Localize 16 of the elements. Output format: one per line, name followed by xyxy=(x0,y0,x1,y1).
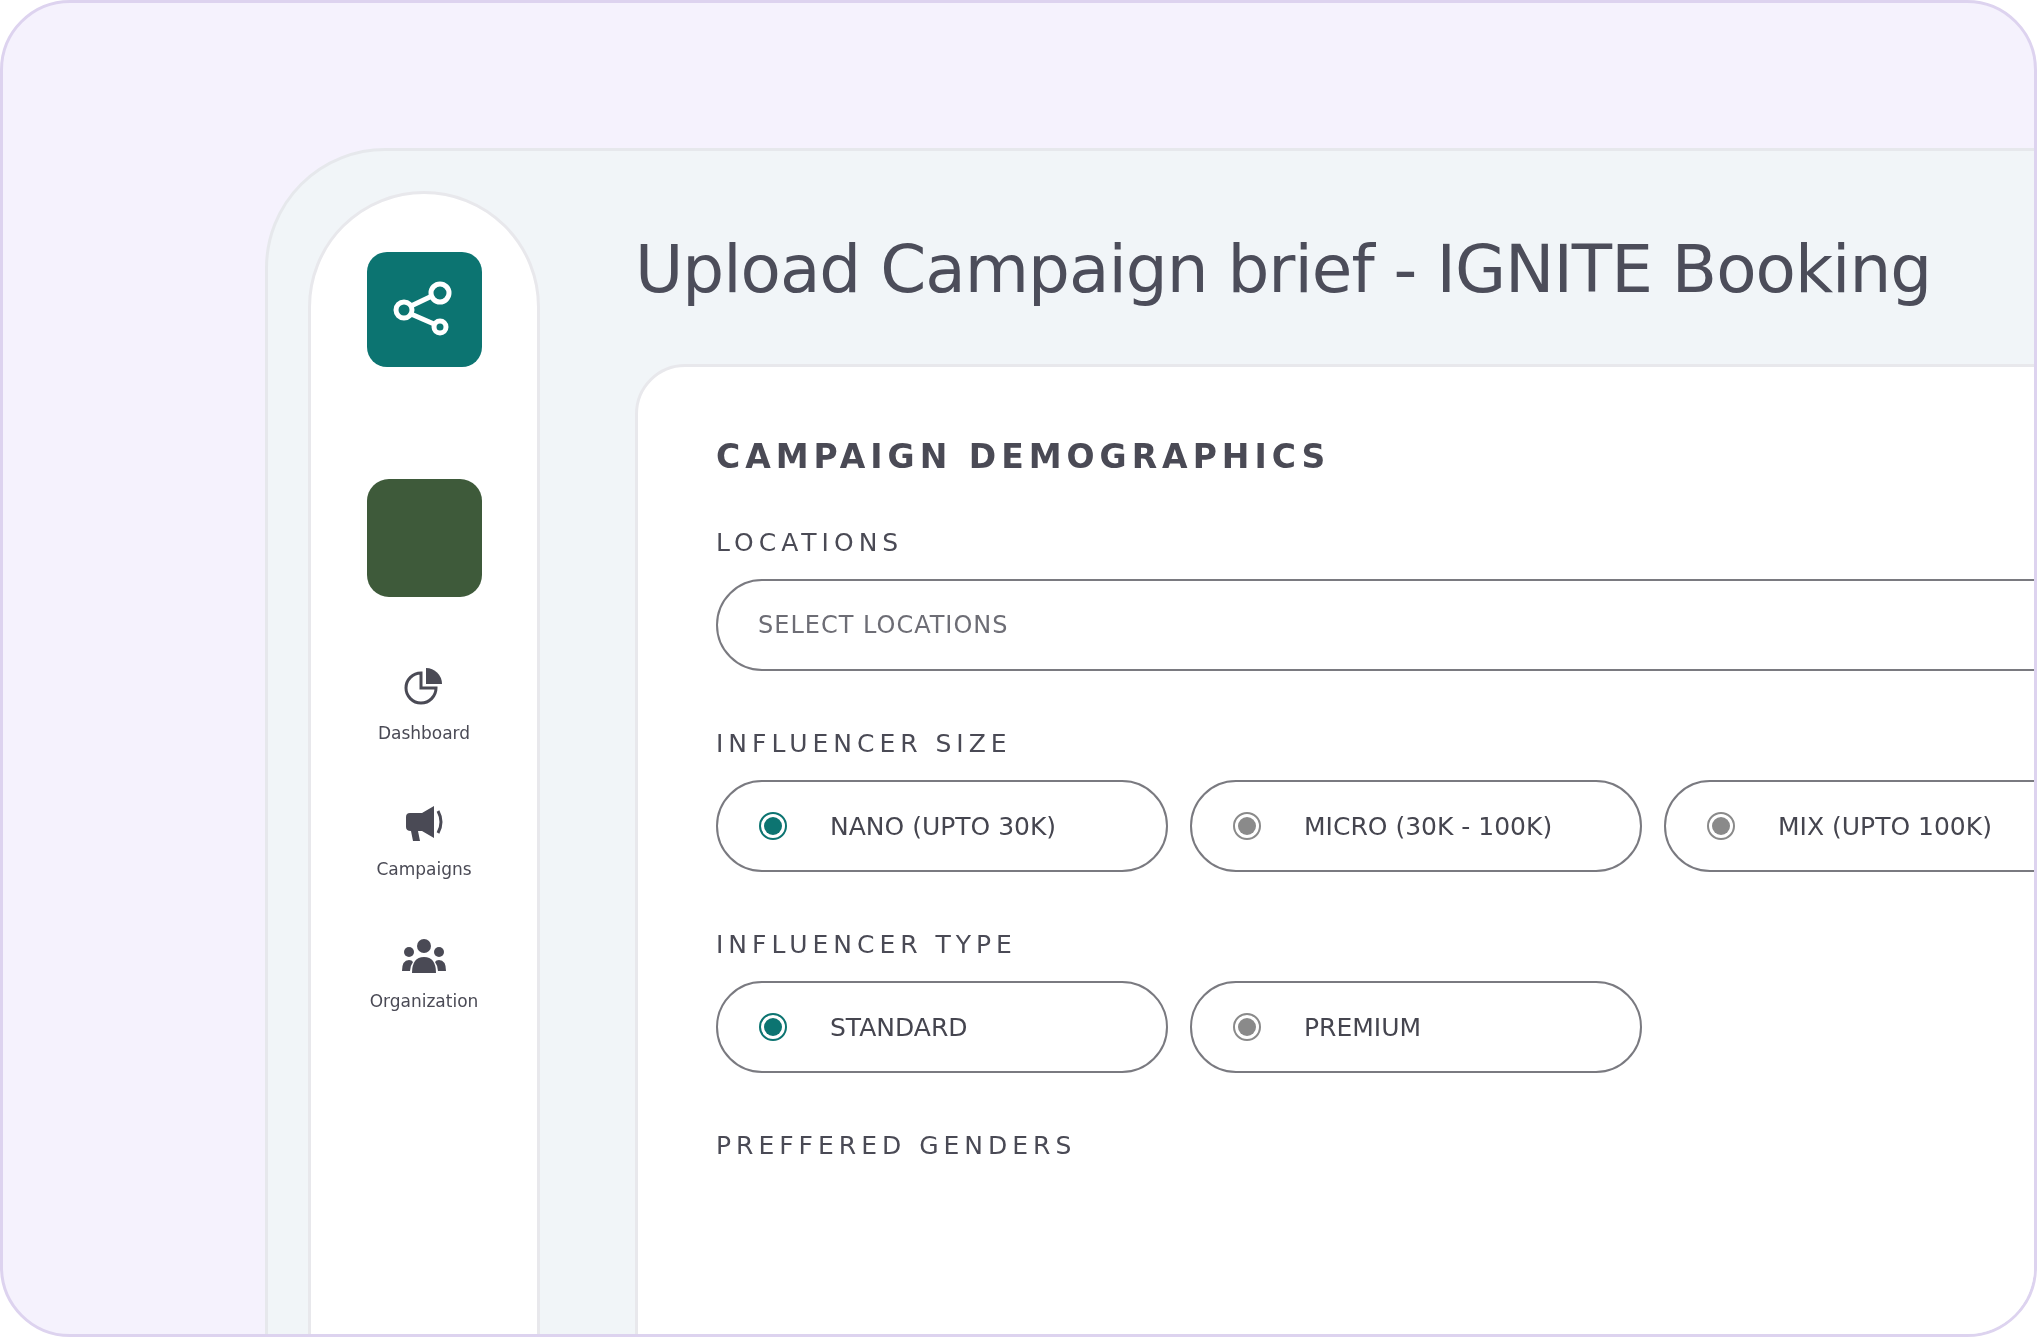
field-label: LOCATIONS xyxy=(716,528,905,557)
section-heading: CAMPAIGN DEMOGRAPHICS xyxy=(716,437,1332,476)
nav-item[interactable]: Campaigns xyxy=(376,801,472,879)
radio-option[interactable]: NANO (UPTO 30K) xyxy=(716,780,1168,872)
radio-option[interactable]: PREMIUM xyxy=(1190,981,1642,1073)
radio-option[interactable]: MICRO (30K - 100K) xyxy=(1190,780,1642,872)
field-label: PREFFERED GENDERS xyxy=(716,1131,1078,1160)
radio-option[interactable]: STANDARD xyxy=(716,981,1168,1073)
nav-item[interactable]: Organization xyxy=(369,937,479,1011)
locations-input-field[interactable]: SELECT LOCATIONS xyxy=(716,579,2034,671)
field-label: INFLUENCER SIZE xyxy=(716,729,1013,758)
radio-option[interactable]: MIX (UPTO 100K) xyxy=(1664,780,2034,872)
field-label: INFLUENCER TYPE xyxy=(716,930,1018,959)
share-nodes-icon xyxy=(366,252,482,367)
nav-item[interactable]: Dashboard xyxy=(377,665,471,743)
page-title: Upload Campaign brief - IGNITE Booking xyxy=(635,231,1933,308)
